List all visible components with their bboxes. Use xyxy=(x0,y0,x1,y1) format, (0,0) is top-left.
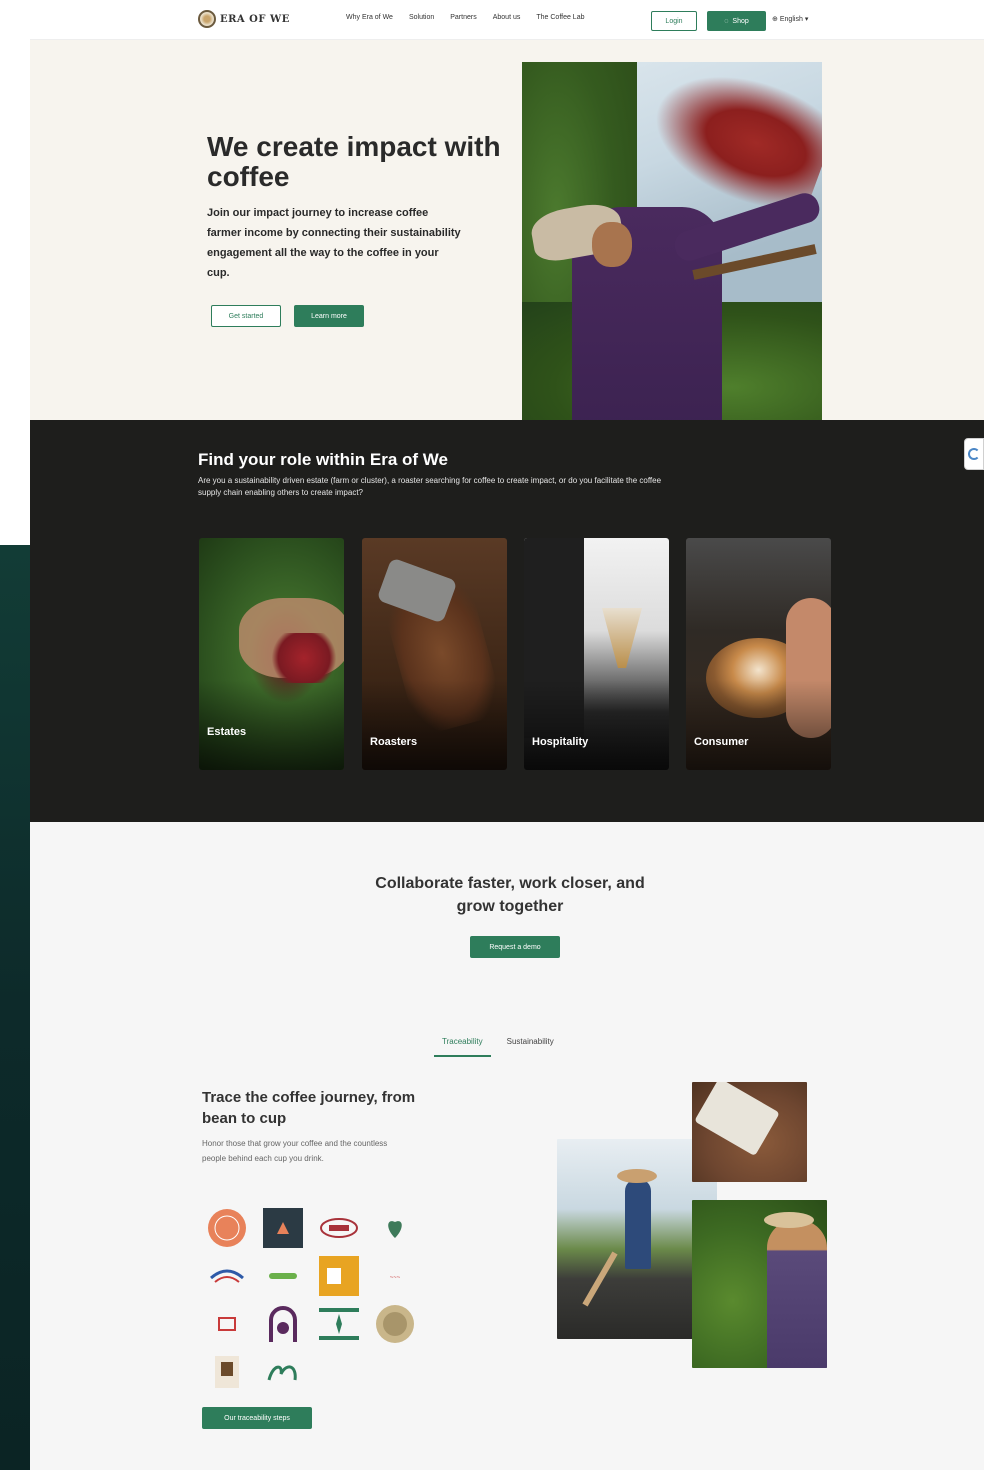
learn-more-button[interactable]: Learn more xyxy=(294,305,364,327)
roles-subtitle: Are you a sustainability driven estate (… xyxy=(198,476,662,497)
photo-coffee-picker xyxy=(692,1200,827,1368)
partner-logo xyxy=(262,1303,304,1345)
partner-logo xyxy=(206,1351,248,1393)
top-navigation: ERA OF WE Why Era of We Solution Partner… xyxy=(30,0,984,40)
recaptcha-badge[interactable] xyxy=(964,438,984,470)
role-card-label: Roasters xyxy=(370,736,418,748)
background-top-left xyxy=(0,0,30,545)
traceability-steps-button[interactable]: Our traceability steps xyxy=(202,1407,312,1429)
nav-link-partners[interactable]: Partners xyxy=(450,14,476,21)
hero-section: We create impact with coffee Join our im… xyxy=(30,40,984,444)
site-logo[interactable]: ERA OF WE xyxy=(198,10,290,28)
tab-traceability[interactable]: Traceability xyxy=(434,1037,491,1057)
partner-logo xyxy=(206,1207,248,1249)
hero-title: We create impact with coffee xyxy=(207,131,501,192)
trace-subtitle: Honor those that grow your coffee and th… xyxy=(202,1139,388,1163)
partner-logo xyxy=(262,1351,304,1393)
role-card-consumer[interactable]: Consumer xyxy=(686,538,831,770)
partner-logo xyxy=(318,1207,360,1249)
partner-logo xyxy=(262,1255,304,1297)
partner-logo xyxy=(374,1207,416,1249)
role-card-estates[interactable]: Estates xyxy=(199,538,344,770)
language-label: English xyxy=(779,15,803,23)
svg-text:~~~: ~~~ xyxy=(390,1275,401,1281)
globe-icon: ⊕ xyxy=(772,16,778,23)
chevron-down-icon: ▾ xyxy=(804,16,809,23)
role-card-label: Hospitality xyxy=(532,736,589,748)
partner-logo xyxy=(206,1303,248,1345)
nav-links: Why Era of We Solution Partners About us… xyxy=(346,14,585,21)
partner-logo xyxy=(206,1255,248,1297)
tab-sustainability[interactable]: Sustainability xyxy=(499,1037,562,1057)
nav-link-solution[interactable]: Solution xyxy=(409,14,434,21)
partner-logo xyxy=(318,1303,360,1345)
partner-logo xyxy=(318,1255,360,1297)
collaborate-section: Collaborate faster, work closer, and gro… xyxy=(30,822,984,1470)
logo-text: ERA OF WE xyxy=(220,13,290,25)
partner-logo xyxy=(262,1207,304,1249)
background-dark-strip xyxy=(0,545,30,1470)
hero-subtitle: Join our impact journey to increase coff… xyxy=(207,207,461,279)
photo-roasted-beans xyxy=(692,1082,807,1182)
cart-icon: ◌ xyxy=(724,17,729,25)
login-button[interactable]: Login xyxy=(651,11,697,31)
recaptcha-icon xyxy=(968,448,980,460)
logo-icon xyxy=(198,10,216,28)
nav-link-about[interactable]: About us xyxy=(493,14,521,21)
shop-button-label: Shop xyxy=(732,17,749,25)
language-selector[interactable]: ⊕ English ▾ xyxy=(772,15,809,24)
collaborate-title: Collaborate faster, work closer, and gro… xyxy=(375,875,645,915)
shop-button[interactable]: ◌ Shop xyxy=(707,11,766,31)
role-card-hospitality[interactable]: Hospitality xyxy=(524,538,669,770)
partner-logo: ~~~ xyxy=(374,1255,416,1297)
role-card-label: Estates xyxy=(207,726,247,738)
hero-image-coffee-farmer xyxy=(522,62,822,444)
nav-link-why[interactable]: Why Era of We xyxy=(346,14,393,21)
website-page: ERA OF WE Why Era of We Solution Partner… xyxy=(30,0,984,1470)
partner-logo xyxy=(374,1303,416,1345)
role-card-label: Consumer xyxy=(694,736,749,748)
roles-section: Find your role within Era of We Are you … xyxy=(30,420,984,822)
roles-title: Find your role within Era of We xyxy=(198,450,448,469)
partner-logos-grid: ~~~ xyxy=(206,1207,426,1399)
get-started-button[interactable]: Get started xyxy=(211,305,281,327)
feature-tabs: Traceability Sustainability xyxy=(434,1037,562,1057)
request-demo-button[interactable]: Request a demo xyxy=(470,936,560,958)
nav-link-coffee-lab[interactable]: The Coffee Lab xyxy=(536,14,584,21)
trace-title: Trace the coffee journey, from bean to c… xyxy=(202,1089,416,1127)
role-card-roasters[interactable]: Roasters xyxy=(362,538,507,770)
